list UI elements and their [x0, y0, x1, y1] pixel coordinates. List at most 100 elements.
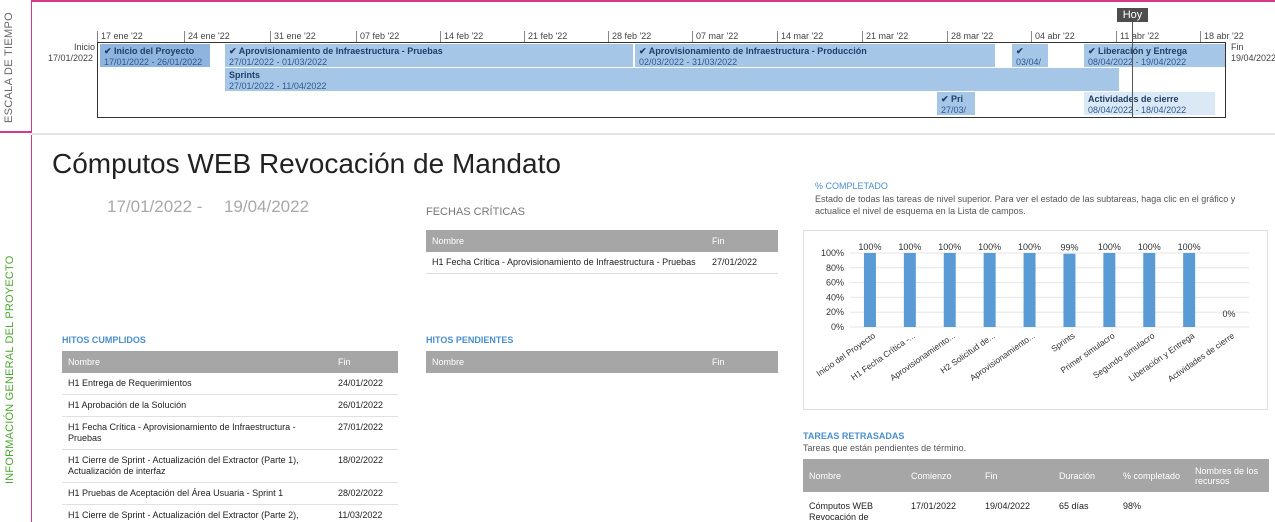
task-dates: 27/01/2022 - 01/03/2022 [229, 57, 328, 67]
chart-bar [1063, 253, 1076, 327]
table-row[interactable]: H1 Cierre de Sprint - Actualización del … [62, 449, 398, 483]
task-title: Actividades de cierre [1088, 94, 1179, 104]
timeline-tick: 24 ene '22 [184, 31, 230, 42]
chart-data-label: 100% [978, 242, 1001, 252]
timeline-tick: 07 mar '22 [692, 31, 738, 42]
table-row[interactable]: H1 Fecha Crítica - Aprovisionamiento de … [62, 416, 398, 450]
column-header: % completado [1117, 459, 1189, 492]
cell-name: H1 Pruebas de Aceptación del Área Usuari… [62, 482, 332, 505]
timeline-task-liberacion[interactable]: ✔ Liberación y Entrega 08/04/2022 - 19/0… [1084, 44, 1225, 67]
task-dates: 27/03/ [941, 105, 967, 115]
chart-data-label: 100% [938, 242, 961, 252]
today-badge: Hoy [1117, 8, 1148, 22]
retrasadas-heading: TAREAS RETRASADAS [803, 431, 905, 441]
chart-category-label: Sprints [1049, 330, 1076, 353]
critical-dates-heading: FECHAS CRÍTICAS [426, 206, 526, 218]
task-dates: 08/04/2022 - 18/04/2022 [1088, 105, 1187, 115]
timeline-tick: 14 mar '22 [777, 31, 823, 42]
section-divider [32, 133, 1275, 135]
timeline-end-date: 19/04/2022 [1231, 53, 1275, 63]
timeline-tick: 04 abr '22 [1031, 31, 1075, 42]
chart-y-tick-label: 60% [826, 278, 844, 288]
task-title: ✔ Aprovisionamiento de Infraestructura -… [639, 46, 867, 56]
chart-data-label: 100% [1098, 242, 1121, 252]
info-band: INFORMACIÓN GENERAL DEL PROYECTO [0, 135, 32, 522]
timeline-task-inicio[interactable]: ✔ Inicio del Proyecto 17/01/2022 - 26/01… [100, 44, 210, 67]
column-header: Comienzo [905, 459, 979, 492]
column-header: Fin [979, 459, 1053, 492]
cell-name: H1 Fecha Crítica - Aprovisionamiento de … [62, 416, 332, 450]
column-header: Nombre [426, 230, 706, 252]
cell-start: 17/01/2022 [905, 492, 979, 522]
timeline-end-label: Fin [1231, 42, 1244, 52]
today-line [1132, 22, 1133, 118]
table-row[interactable]: Cómputos WEB Revocación de 17/01/2022 19… [803, 492, 1269, 522]
timeline-ticks: 17 ene '22 24 ene '22 31 ene '22 07 feb … [0, 0, 1275, 42]
cell-end: 18/02/2022 [332, 449, 398, 483]
hitos-cumplidos-heading: HITOS CUMPLIDOS [62, 335, 146, 345]
column-header: Nombre [803, 459, 905, 492]
timeline-start-date: 17/01/2022 [48, 53, 94, 63]
timeline-task-aprov-produccion[interactable]: ✔ Aprovisionamiento de Infraestructura -… [635, 44, 995, 67]
chart-y-tick-label: 20% [826, 307, 844, 317]
chart-bar [1143, 253, 1156, 327]
cell-name: H1 Entrega de Requerimientos [62, 373, 332, 395]
chart-bar [1023, 253, 1036, 327]
timeline-task-milestone[interactable]: ✔ 03/04/ [1012, 44, 1048, 67]
cell-end: 26/01/2022 [332, 394, 398, 417]
chart-bar [983, 253, 996, 327]
table-row[interactable]: H1 Entrega de Requerimientos 24/01/2022 [62, 373, 398, 395]
table-row[interactable]: H1 Cierre de Sprint - Actualización del … [62, 504, 398, 522]
chart-category-label: Liberación y Entrega [1127, 330, 1197, 383]
project-dates: 17/01/2022 - 19/04/2022 [107, 197, 309, 217]
task-dates: 03/04/ [1016, 57, 1042, 67]
cell-name: Cómputos WEB Revocación de [803, 492, 905, 522]
cell-end: 27/01/2022 [332, 416, 398, 450]
timeline-tick: 14 feb '22 [440, 31, 483, 42]
chart-data-label: 100% [898, 242, 921, 252]
completado-chart-svg: 0%20%40%60%80%100%100%Inicio del Proyect… [814, 242, 1249, 384]
chart-y-tick-label: 40% [826, 292, 844, 302]
timeline-tick: 07 feb '22 [356, 31, 399, 42]
timeline-tick: 17 ene '22 [97, 31, 143, 42]
table-row[interactable]: H1 Fecha Crítica - Aprovisionamiento de … [426, 252, 778, 274]
project-title: Cómputos WEB Revocación de Mandato [52, 148, 561, 179]
column-header: Fin [332, 351, 398, 373]
cell-end: 28/02/2022 [332, 482, 398, 505]
chart-y-tick-label: 0% [831, 322, 844, 332]
project-report-page: { "timeline": { "band_label": "ESCALA DE… [0, 0, 1275, 522]
table-row[interactable]: H1 Aprobación de la Solución 26/01/2022 [62, 394, 398, 417]
table-row[interactable]: H1 Pruebas de Aceptación del Área Usuari… [62, 482, 398, 505]
cell-name: H1 Fecha Crítica - Aprovisionamiento de … [426, 252, 706, 274]
column-header: Fin [706, 351, 778, 373]
column-header: Nombres de los recursos [1189, 459, 1269, 492]
timeline-start-label: Inicio [74, 42, 96, 52]
chart-data-label: 100% [1178, 242, 1201, 252]
chart-data-label: 100% [1018, 242, 1041, 252]
task-dates: 08/04/2022 - 19/04/2022 [1088, 57, 1187, 67]
timeline-task-cierre[interactable]: Actividades de cierre 08/04/2022 - 18/04… [1084, 92, 1215, 115]
cell-name: H1 Cierre de Sprint - Actualización del … [62, 449, 332, 483]
cell-end: 27/01/2022 [706, 252, 778, 274]
timeline-tick: 11 abr '22 [1116, 31, 1159, 42]
cell-end: 24/01/2022 [332, 373, 398, 395]
timeline-tick: 31 ene '22 [270, 31, 316, 42]
column-header: Nombre [426, 351, 706, 373]
timeline-frame[interactable]: ✔ Inicio del Proyecto 17/01/2022 - 26/01… [97, 42, 1226, 118]
timeline-task-aprov-pruebas[interactable]: ✔ Aprovisionamiento de Infraestructura -… [225, 44, 633, 67]
timeline-task-sprints[interactable]: Sprints 27/01/2022 - 11/04/2022 [225, 68, 1119, 91]
chart-y-tick-label: 100% [821, 248, 844, 258]
cell-pct: 98% [1117, 492, 1189, 522]
cell-name: H1 Cierre de Sprint - Actualización del … [62, 504, 332, 522]
hitos-cumplidos-table: Nombre Fin H1 Entrega de Requerimientos 2… [62, 351, 398, 522]
column-header: Duración [1053, 459, 1117, 492]
completado-chart[interactable]: 0% 20% 40% 60% 80% 100% 100% Inicio del Proyect… [803, 230, 1268, 410]
task-title: ✔ Aprovisionamiento de Infraestructura -… [229, 46, 443, 56]
cell-resources [1189, 492, 1269, 522]
cell-duration: 65 días [1053, 492, 1117, 522]
completado-heading: % COMPLETADO [815, 181, 888, 191]
timeline-task-primer-simulacro[interactable]: ✔ Pri 27/03/ [937, 92, 975, 115]
critical-dates-table: Nombre Fin H1 Fecha Crítica - Aprovision… [426, 230, 778, 274]
task-dates: 27/01/2022 - 11/04/2022 [229, 81, 327, 91]
cell-end: 19/04/2022 [979, 492, 1053, 522]
